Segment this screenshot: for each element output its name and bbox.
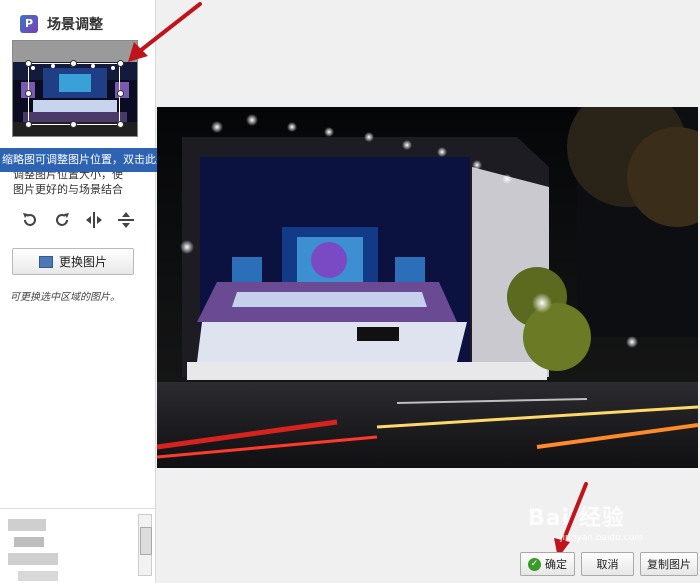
blurred-item — [14, 537, 44, 547]
flip-vertical-button[interactable] — [114, 208, 138, 232]
watermark-url: jingyan.baidu.com — [560, 533, 644, 543]
crop-handle[interactable] — [117, 121, 124, 128]
crop-handle[interactable] — [25, 121, 32, 128]
crop-handle[interactable] — [25, 60, 32, 67]
sidebar: P 场景调整 调整图片位置大小，使 图片更好的与场景结合 更换图片 可更换选中区… — [0, 0, 156, 583]
handwritten-annotation: 可更换选中区域的图片。 — [10, 292, 120, 303]
transform-tools — [18, 208, 138, 232]
rotate-right-button[interactable] — [50, 208, 74, 232]
check-icon: ✓ — [528, 557, 541, 571]
replace-image-label: 更换图片 — [58, 255, 107, 269]
image-list-panel — [0, 508, 155, 583]
copy-image-button[interactable]: 复制图片 — [640, 552, 698, 576]
watermark: Bai 经验 — [528, 506, 625, 531]
scrollbar[interactable] — [138, 514, 152, 576]
flip-horizontal-icon — [86, 212, 102, 228]
panel-title: 场景调整 — [47, 17, 103, 33]
crop-handle[interactable] — [117, 90, 124, 97]
crop-selection[interactable] — [28, 63, 120, 125]
rotate-left-button[interactable] — [18, 208, 42, 232]
crop-handle[interactable] — [25, 90, 32, 97]
replace-image-button[interactable]: 更换图片 — [12, 248, 134, 275]
blurred-item — [8, 553, 58, 565]
copy-image-label: 复制图片 — [647, 558, 691, 571]
dialog-footer: ✓ 确定 取消 复制图片 — [520, 552, 698, 576]
instruction-line: 图片更好的与场景结合 — [13, 183, 123, 196]
scrollbar-thumb[interactable] — [140, 527, 152, 555]
flip-horizontal-button[interactable] — [82, 208, 106, 232]
scene-icon: P — [20, 15, 38, 33]
rotate-right-icon — [56, 213, 69, 226]
crop-handle[interactable] — [70, 121, 77, 128]
picture-icon — [38, 255, 53, 268]
ok-button[interactable]: ✓ 确定 — [520, 552, 575, 576]
cancel-label: 取消 — [596, 558, 619, 571]
blurred-item — [18, 571, 58, 581]
flip-vertical-icon — [118, 212, 134, 228]
cancel-button[interactable]: 取消 — [581, 552, 634, 576]
rotate-left-icon — [23, 213, 36, 226]
blurred-item — [8, 519, 46, 531]
annotation-arrow — [128, 2, 202, 62]
scene-preview[interactable] — [157, 107, 698, 468]
crop-handle[interactable] — [70, 60, 77, 67]
ok-label: 确定 — [545, 558, 567, 571]
panel-header: P 场景调整 — [20, 14, 103, 34]
